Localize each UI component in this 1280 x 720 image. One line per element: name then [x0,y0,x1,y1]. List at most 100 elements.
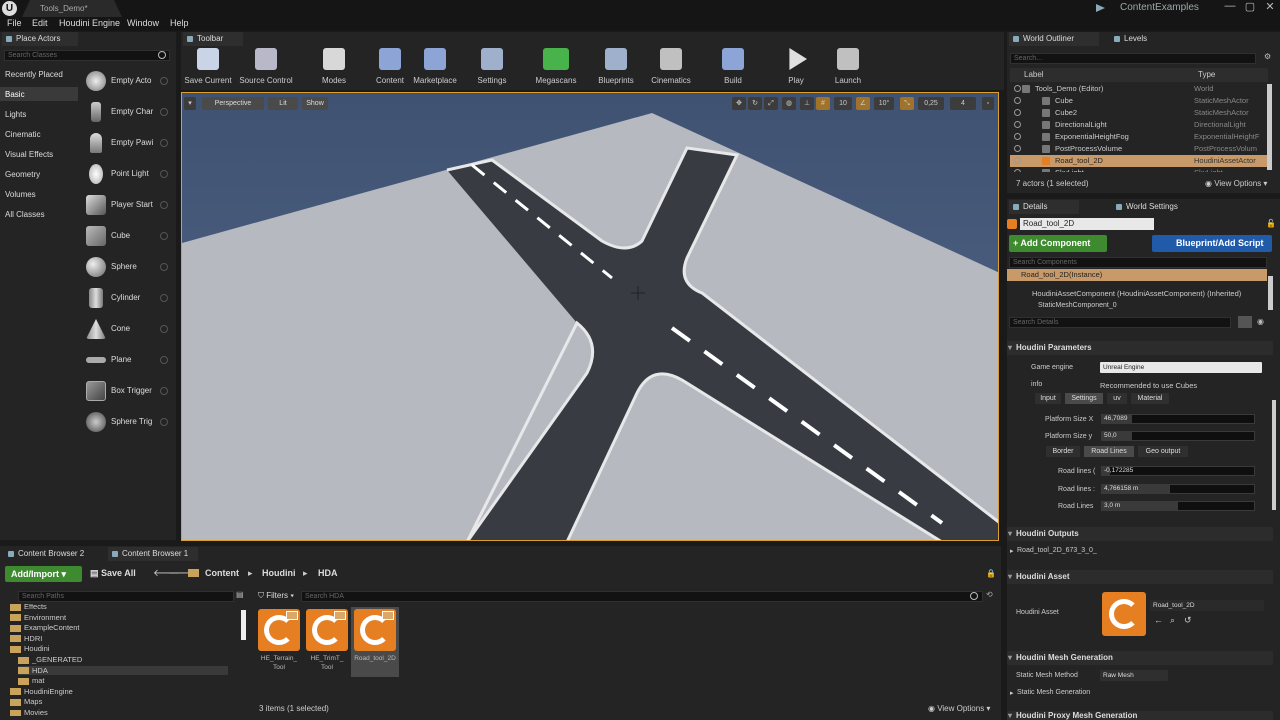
menu-window[interactable]: Window [127,18,159,28]
details-scrollbar[interactable] [1272,400,1276,510]
asset-tile[interactable]: HE_Terrain_ Tool [255,607,303,677]
actor-empty-actor[interactable]: Empty Acto [82,69,176,97]
lock-icon[interactable]: 🔓 [1266,219,1276,228]
category-volumes[interactable]: Volumes [5,190,36,199]
reset-icon[interactable]: ↺ [1184,615,1192,626]
sub-tab-road-lines[interactable]: Road Lines [1084,446,1134,457]
static-mesh-method-dropdown[interactable]: Raw Mesh [1100,670,1168,681]
asset-tile[interactable]: HE_TrimT_ Tool [303,607,351,677]
help-icon[interactable] [160,170,168,178]
search-hda-input[interactable]: Search HDA [301,591,983,602]
viewport-options-icon[interactable]: ▾ [184,97,196,110]
grid-snap-icon[interactable]: # [816,97,830,110]
folder-tree-item[interactable]: Environment [10,613,66,622]
houdini-proxy-mesh-generation-section[interactable]: Houdini Proxy Mesh Generation [1007,711,1273,720]
translate-icon[interactable]: ✥ [732,97,746,110]
houdini-asset-component-row[interactable]: HoudiniAssetComponent (HoudiniAssetCompo… [1032,289,1241,298]
houdini-parameters-section[interactable]: Houdini Parameters [1007,341,1273,355]
world-settings-tab[interactable]: World Settings [1112,200,1192,214]
houdini-outputs-section[interactable]: Houdini Outputs [1007,527,1273,541]
world-local-icon[interactable]: ◍ [782,97,796,110]
outliner-row[interactable]: Cube2 StaticMeshActor [1010,107,1268,119]
folder-tree-scrollbar[interactable] [241,610,246,640]
rotation-snap-icon[interactable]: ∠ [856,97,870,110]
help-icon[interactable] [160,294,168,302]
outliner-row[interactable]: SkyLight SkyLight [1010,167,1268,172]
content-view-options[interactable]: ◉ View Options ▾ [928,704,990,713]
category-recently-placed[interactable]: Recently Placed [5,70,63,79]
property-matrix-icon[interactable] [1238,316,1252,328]
content-browser-2-tab[interactable]: Content Browser 2 [4,547,104,561]
help-icon[interactable] [160,387,168,395]
actor-empty-character[interactable]: Empty Char [82,100,176,128]
road-lines-3-field[interactable]: 3,0 m [1101,501,1255,511]
menu-houdini-engine[interactable]: Houdini Engine [59,18,120,28]
folder-tree-item[interactable]: Maps [10,697,42,706]
maximize-viewport-icon[interactable]: ▫ [982,97,994,110]
build-button[interactable]: Build [705,46,761,86]
marketplace-button[interactable]: Marketplace [407,46,463,86]
platform-size-x-field[interactable]: 46,7089 [1101,414,1255,424]
maximize-icon[interactable]: ▢ [1242,0,1258,13]
perspective-button[interactable]: Perspective [202,97,264,110]
sub-tab-geo-output[interactable]: Geo output [1138,446,1188,457]
help-icon[interactable] [160,139,168,147]
actor-sphere-trigger[interactable]: Sphere Trig [82,410,176,438]
components-scrollbar[interactable] [1268,276,1273,310]
outliner-settings-icon[interactable]: ⚙ [1264,52,1274,62]
viewport[interactable] [181,92,999,541]
levels-tab[interactable]: Levels [1110,32,1170,46]
outliner-view-options[interactable]: ◉ View Options ▾ [1205,179,1267,188]
minimize-icon[interactable]: — [1222,0,1238,12]
folder-tree-item[interactable]: Movies [10,708,48,716]
category-all-classes[interactable]: All Classes [5,210,45,219]
actor-cube[interactable]: Cube [82,224,176,252]
houdini-asset-dropdown[interactable]: Road_tool_2D [1150,600,1264,611]
source-control-button[interactable]: Source Control [238,46,294,86]
visibility-eye-icon[interactable] [1014,157,1021,164]
outliner-search-input[interactable]: Search... [1010,53,1256,64]
actor-sphere[interactable]: Sphere [82,255,176,283]
actor-plane[interactable]: Plane [82,348,176,376]
scale-icon[interactable]: ⤢ [764,97,778,110]
category-basic[interactable]: Basic [5,90,25,99]
visibility-eye-icon[interactable] [1014,109,1021,116]
save-all-button[interactable]: ▤ Save All [90,568,136,579]
visibility-eye-icon[interactable] [1014,169,1021,172]
details-tab[interactable]: Details [1009,200,1079,214]
folder-tree-item[interactable]: HoudiniEngine [10,687,73,696]
actor-cylinder[interactable]: Cylinder [82,286,176,314]
help-icon[interactable] [160,263,168,271]
road-lines-1-field[interactable]: -0,172285 [1101,466,1255,476]
toolbar-tab[interactable]: Toolbar [183,32,243,46]
settings-button[interactable]: Settings [464,46,520,86]
rotate-icon[interactable]: ↻ [748,97,762,110]
add-import-button[interactable]: Add/Import ▾ [5,566,82,582]
help-icon[interactable] [160,356,168,364]
category-cinematic[interactable]: Cinematic [5,130,41,139]
houdini-mesh-generation-section[interactable]: Houdini Mesh Generation [1007,651,1273,665]
viewport-scene[interactable] [182,93,999,541]
param-tab-material[interactable]: Material [1131,393,1169,404]
filters-button[interactable]: ⛉ Filters ▾ [258,591,298,602]
outliner-row[interactable]: Cube StaticMeshActor [1010,95,1268,107]
game-engine-dropdown[interactable]: Unreal Engine [1100,362,1262,373]
use-selected-icon[interactable]: ← [1154,615,1163,625]
folder-tree-item[interactable]: Effects [10,604,47,611]
param-tab-settings[interactable]: Settings [1065,393,1103,404]
help-icon[interactable] [160,325,168,333]
path-view-options-icon[interactable]: ▤ [236,590,246,601]
modes-button[interactable]: Modes [306,46,362,86]
actor-box-trigger[interactable]: Box Trigger [82,379,176,407]
scale-snap-icon[interactable]: ⤡ [900,97,914,110]
rotation-snap-value[interactable]: 10° [874,97,894,110]
visibility-eye-icon[interactable] [1014,133,1021,140]
add-component-button[interactable]: + Add Component [1009,235,1107,252]
visibility-eye-icon[interactable] [1014,97,1021,104]
cinematics-button[interactable]: Cinematics [643,46,699,86]
camera-speed-value[interactable]: 4 [950,97,976,110]
houdini-asset-thumbnail[interactable] [1102,592,1146,636]
output-item[interactable]: Road_tool_2D_673_3_0_ [1017,547,1097,554]
col-label[interactable]: Label [1024,70,1044,79]
category-visual-effects[interactable]: Visual Effects [5,150,53,159]
